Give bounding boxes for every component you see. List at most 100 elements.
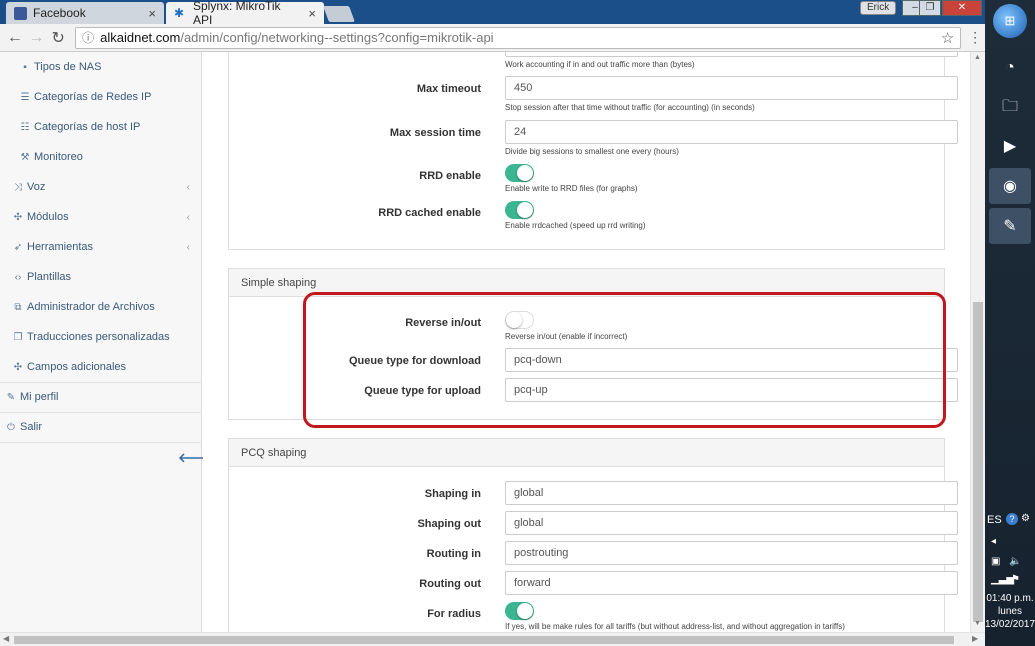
- action-center-flag-icon[interactable]: ⚑: [1011, 574, 1020, 585]
- sidebar-item-mi-perfil[interactable]: ✎ Mi perfil: [0, 382, 202, 412]
- tray-icon[interactable]: ⚙: [1021, 513, 1030, 524]
- simple-shaping-panel: Simple shaping Reverse in/out Reverse in…: [228, 268, 958, 420]
- clock-date: 13/02/2017: [985, 619, 1035, 630]
- kebab-menu-icon[interactable]: ⋮: [965, 29, 985, 46]
- sidebar-item-plantillas[interactable]: ‹› Plantillas: [0, 262, 202, 292]
- scroll-left-arrow-icon[interactable]: ◀: [3, 634, 9, 643]
- explorer-folder-icon[interactable]: 🗀: [989, 90, 1031, 126]
- window-close-button[interactable]: ✕: [942, 0, 982, 16]
- max-timeout-label: Max timeout: [416, 83, 481, 95]
- sidebar-item-categorias-host[interactable]: ☷ Categorías de host IP: [0, 112, 202, 142]
- forward-arrow-icon[interactable]: →: [26, 29, 48, 47]
- shuffle-icon: ⤨: [14, 181, 22, 193]
- shaping-in-label: Shaping in: [424, 488, 481, 500]
- pcq-shaping-panel: PCQ shaping Shaping in global Shaping ou…: [228, 438, 958, 632]
- reverse-inout-label: Reverse in/out: [405, 317, 481, 329]
- help-icon[interactable]: ?: [1006, 513, 1018, 525]
- system-clock[interactable]: 01:40 p.m. lunes 13/02/2017: [985, 592, 1035, 631]
- for-radius-help: If yes, will be make rules for all tarif…: [505, 622, 845, 631]
- puzzle-icon: ✣: [13, 211, 23, 223]
- reload-icon[interactable]: ↻: [47, 28, 69, 48]
- shaping-in-input[interactable]: global: [505, 481, 958, 505]
- start-button-icon[interactable]: ⊞: [993, 4, 1027, 38]
- for-radius-toggle[interactable]: [505, 602, 534, 620]
- queue-upload-label: Queue type for upload: [364, 385, 481, 397]
- sidebar-item-monitoreo[interactable]: ⚒ Monitoreo: [0, 142, 202, 172]
- close-icon[interactable]: ×: [148, 6, 156, 21]
- sidebar-divider: [0, 442, 202, 443]
- volume-icon[interactable]: 🔈: [1009, 556, 1021, 567]
- list-ordered-icon: ☷: [20, 121, 30, 133]
- sidebar-item-voz[interactable]: ⤨ Voz ‹: [0, 172, 202, 202]
- reverse-inout-toggle[interactable]: [505, 311, 534, 329]
- queue-download-label: Queue type for download: [348, 355, 481, 367]
- sidebar-item-label: Plantillas: [27, 271, 72, 283]
- vertical-scrollbar[interactable]: ▲ ▼: [970, 52, 985, 632]
- queue-download-input[interactable]: pcq-down: [505, 348, 958, 372]
- browser-tab-strip: Facebook × ✱ Splynx: MikroTik API × Eric…: [0, 0, 985, 27]
- chrome-app-icon[interactable]: ◉: [989, 168, 1031, 204]
- reverse-inout-help: Reverse in/out (enable if incorrect): [505, 332, 628, 341]
- accounting-threshold-help: Work accounting if in and out traffic mo…: [505, 60, 695, 69]
- tray-device-icon[interactable]: ▣: [991, 556, 1000, 567]
- max-timeout-help: Stop session after that time without tra…: [505, 103, 755, 112]
- shaping-out-label: Shaping out: [417, 518, 481, 530]
- tab-splynx[interactable]: ✱ Splynx: MikroTik API ×: [166, 0, 324, 27]
- scroll-down-arrow-icon[interactable]: ▼: [974, 620, 981, 627]
- sidebar-item-campos-adicionales[interactable]: ✣ Campos adicionales: [0, 352, 202, 382]
- sidebar-item-categorias-redes[interactable]: ☰ Categorías de Redes IP: [0, 82, 202, 112]
- routing-out-input[interactable]: forward: [505, 571, 958, 595]
- tab-facebook[interactable]: Facebook ×: [6, 2, 164, 24]
- bookmark-star-icon[interactable]: ☆: [941, 29, 954, 47]
- server-icon: ▪: [23, 61, 27, 73]
- close-icon[interactable]: ×: [308, 6, 316, 21]
- facebook-icon: [14, 6, 27, 20]
- rrd-cached-toggle[interactable]: [505, 201, 534, 219]
- url-path: /admin/config/networking--settings?confi…: [180, 30, 494, 45]
- thunderbird-app-icon[interactable]: ◔: [989, 50, 1031, 86]
- scroll-up-arrow-icon[interactable]: ▲: [974, 54, 981, 61]
- media-player-icon[interactable]: ▶: [989, 128, 1031, 164]
- sidebar-item-traducciones[interactable]: ❐ Traducciones personalizadas: [0, 322, 202, 352]
- profile-button[interactable]: Erick: [860, 1, 897, 15]
- chevron-left-icon: ‹: [186, 181, 190, 193]
- language-indicator[interactable]: ES: [987, 514, 1002, 526]
- sidebar-item-tipos-nas[interactable]: ▪ Tipos de NAS: [0, 52, 202, 82]
- routing-in-input[interactable]: postrouting: [505, 541, 958, 565]
- pcq-shaping-title: PCQ shaping: [229, 439, 944, 467]
- scrollbar-thumb[interactable]: [973, 302, 983, 622]
- sidebar-item-administrador-archivos[interactable]: ⧉ Administrador de Archivos: [0, 292, 202, 322]
- logout-icon: ⏻: [7, 421, 15, 433]
- back-arrow-icon[interactable]: ←: [4, 29, 26, 47]
- max-timeout-input[interactable]: 450: [505, 76, 958, 100]
- settings-content: Work accounting if in and out traffic mo…: [203, 52, 970, 632]
- maximize-button[interactable]: ❐: [919, 0, 941, 16]
- copy-icon: ❐: [13, 331, 23, 343]
- sidebar-item-modulos[interactable]: ✣ Módulos ‹: [0, 202, 202, 232]
- paint-app-icon[interactable]: ✎: [989, 208, 1031, 244]
- horizontal-scrollbar[interactable]: ◀ ▶: [0, 632, 985, 646]
- chevron-left-icon: ‹: [186, 241, 190, 253]
- wrench-icon: ⚒: [20, 151, 30, 163]
- max-session-input[interactable]: 24: [505, 120, 958, 144]
- sidebar-item-herramientas[interactable]: ➶ Herramientas ‹: [0, 232, 202, 262]
- sidebar-item-label: Monitoreo: [34, 151, 83, 163]
- for-radius-label: For radius: [427, 608, 481, 620]
- files-icon: ⧉: [14, 301, 22, 313]
- tray-expand-arrow-icon[interactable]: ◂: [991, 536, 996, 547]
- page-info-icon[interactable]: ⓘ: [82, 29, 94, 46]
- address-bar[interactable]: ⓘ alkaidnet.com /admin/config/networking…: [75, 26, 962, 49]
- shaping-out-input[interactable]: global: [505, 511, 958, 535]
- rrd-enable-toggle[interactable]: [505, 164, 534, 182]
- routing-out-label: Routing out: [419, 578, 481, 590]
- queue-upload-input[interactable]: pcq-up: [505, 378, 958, 402]
- clock-time: 01:40 p.m.: [986, 593, 1034, 604]
- sidebar-item-label: Herramientas: [27, 241, 94, 253]
- accounting-threshold-field[interactable]: [505, 52, 958, 57]
- sidebar-item-salir[interactable]: ⏻ Salir: [0, 412, 202, 442]
- new-tab-button[interactable]: [323, 6, 355, 22]
- scrollbar-thumb[interactable]: [14, 636, 954, 644]
- clock-day: lunes: [998, 606, 1022, 617]
- scroll-right-arrow-icon[interactable]: ▶: [972, 634, 978, 643]
- max-session-label: Max session time: [389, 127, 481, 139]
